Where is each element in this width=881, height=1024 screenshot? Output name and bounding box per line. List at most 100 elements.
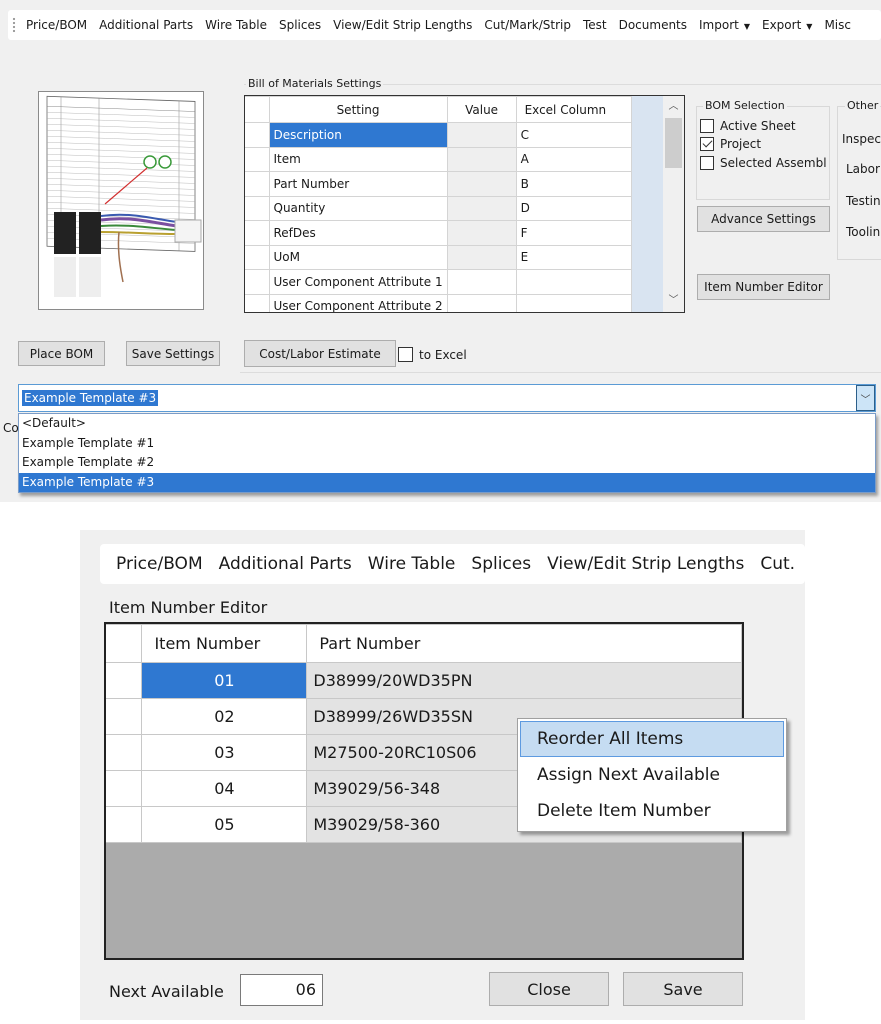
toolbar-item-additional-parts[interactable]: Additional Parts [99,18,193,32]
item-number-cell[interactable]: 02 [141,698,308,735]
column-header-item-number[interactable]: Item Number [141,624,308,663]
table-row[interactable]: User Component Attribute 1 [245,269,632,295]
toolbar-item-cut[interactable]: Cut. [760,554,795,574]
toolbar-item-strip-lengths[interactable]: View/Edit Strip Lengths [333,18,472,32]
item-number-editor-button[interactable]: Item Number Editor [697,274,830,300]
setting-cell[interactable]: User Component Attribute 1 [268,269,448,295]
row-header[interactable] [245,293,270,312]
excel-column-cell[interactable]: E [515,244,632,270]
place-bom-button[interactable]: Place BOM [18,341,105,366]
item-number-cell[interactable]: 05 [141,806,308,843]
advance-settings-button[interactable]: Advance Settings [697,206,830,232]
part-number-cell[interactable]: D38999/20WD35PN [306,662,742,699]
row-header[interactable] [106,770,143,807]
toolbar-item-import[interactable]: Import ▼ [699,18,750,32]
value-cell[interactable] [446,293,517,312]
close-button[interactable]: Close [489,972,609,1006]
column-header-value[interactable]: Value [446,96,517,123]
menu-item-delete-item-number[interactable]: Delete Item Number [520,793,784,829]
value-cell[interactable] [446,244,517,270]
checkmark-icon[interactable] [700,137,714,151]
chevron-up-icon[interactable]: ︿ [663,98,684,116]
table-row[interactable]: UoM E [245,244,632,270]
setting-cell[interactable]: RefDes [268,220,448,246]
dropdown-option[interactable]: <Default> [19,414,875,434]
row-header[interactable] [245,220,270,246]
toolbar-item-price-bom[interactable]: Price/BOM [116,554,203,574]
excel-column-cell[interactable]: F [515,220,632,246]
template-combobox[interactable]: Example Template #3 ﹀ [18,384,876,412]
table-row[interactable]: User Component Attribute 2 [245,293,632,312]
to-excel-checkbox[interactable]: to Excel [398,347,467,362]
excel-column-cell[interactable]: C [515,122,632,148]
toolbar-grip-icon[interactable] [12,17,16,33]
row-header[interactable] [106,662,143,699]
dropdown-option[interactable]: Example Template #1 [19,434,875,454]
checkbox-box[interactable] [700,156,714,170]
checkbox-selected-assembly[interactable]: Selected Assembl [700,156,830,170]
value-cell[interactable] [446,146,517,172]
dropdown-option-selected[interactable]: Example Template #3 [19,472,875,492]
toolbar-item-export[interactable]: Export ▼ [762,18,812,32]
row-header[interactable] [106,734,143,771]
toolbar-item-misc[interactable]: Misc [824,18,851,32]
row-header[interactable] [245,244,270,270]
column-header-setting[interactable]: Setting [268,96,448,123]
checkbox-project[interactable]: Project [700,137,761,151]
excel-column-cell[interactable] [515,269,632,295]
setting-cell[interactable]: Part Number [268,171,448,197]
item-context-menu[interactable]: Reorder All Items Assign Next Available … [517,718,787,832]
row-header[interactable] [106,806,143,843]
row-header[interactable] [245,122,270,148]
toolbar-item-wire-table[interactable]: Wire Table [368,554,456,574]
table-row[interactable]: 01 D38999/20WD35PN [106,662,742,699]
dropdown-option[interactable]: Example Template #2 [19,453,875,473]
chevron-down-icon[interactable]: ﹀ [856,385,875,411]
row-header[interactable] [245,195,270,221]
table-row[interactable]: Quantity D [245,195,632,221]
row-header[interactable] [245,171,270,197]
toolbar-item-test[interactable]: Test [583,18,607,32]
column-header-excel-column[interactable]: Excel Column [515,96,632,123]
table-row[interactable]: Part Number B [245,171,632,197]
row-header[interactable] [245,146,270,172]
toolbar-item-cut-mark-strip[interactable]: Cut/Mark/Strip [484,18,571,32]
save-settings-button[interactable]: Save Settings [126,341,220,366]
toolbar-item-additional-parts[interactable]: Additional Parts [219,554,352,574]
scrollbar-thumb[interactable] [665,118,682,168]
setting-cell[interactable]: User Component Attribute 2 [268,293,448,312]
item-number-cell[interactable]: 01 [141,662,308,699]
checkbox-active-sheet[interactable]: Active Sheet [700,119,796,133]
setting-cell[interactable]: Description [268,122,448,148]
toolbar-item-price-bom[interactable]: Price/BOM [26,18,87,32]
chevron-down-icon[interactable]: ﹀ [663,292,684,310]
toolbar-item-documents[interactable]: Documents [619,18,687,32]
checkbox-box[interactable] [398,347,413,362]
item-number-cell[interactable]: 03 [141,734,308,771]
menu-item-assign-next-available[interactable]: Assign Next Available [520,757,784,793]
item-number-cell[interactable]: 04 [141,770,308,807]
save-button[interactable]: Save [623,972,743,1006]
next-available-input[interactable]: 06 [240,974,323,1006]
setting-cell[interactable]: Item [268,146,448,172]
grid-vertical-scrollbar[interactable]: ︿ ﹀ [663,96,684,312]
setting-cell[interactable]: UoM [268,244,448,270]
value-cell[interactable] [446,269,517,295]
excel-column-cell[interactable]: A [515,146,632,172]
value-cell[interactable] [446,122,517,148]
table-row[interactable]: RefDes F [245,220,632,246]
template-dropdown-list[interactable]: <Default> Example Template #1 Example Te… [18,413,876,493]
toolbar-item-wire-table[interactable]: Wire Table [205,18,267,32]
checkbox-box[interactable] [700,119,714,133]
excel-column-cell[interactable] [515,293,632,312]
toolbar-item-splices[interactable]: Splices [279,18,321,32]
excel-column-cell[interactable]: D [515,195,632,221]
value-cell[interactable] [446,220,517,246]
table-row[interactable]: Description C [245,122,632,148]
value-cell[interactable] [446,171,517,197]
toolbar-item-splices[interactable]: Splices [471,554,531,574]
row-header[interactable] [106,698,143,735]
value-cell[interactable] [446,195,517,221]
table-row[interactable]: Item A [245,146,632,172]
column-header-part-number[interactable]: Part Number [306,624,742,663]
